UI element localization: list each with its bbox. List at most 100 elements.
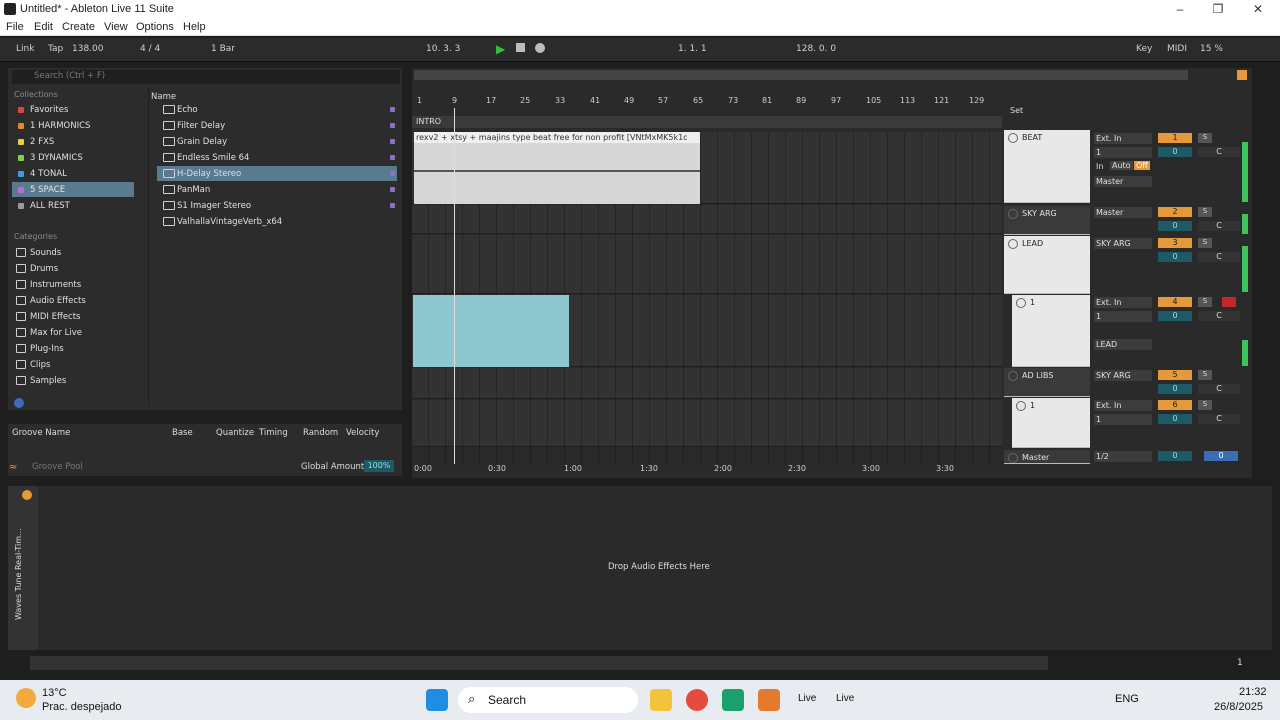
track-activator[interactable]: 2 (1158, 207, 1192, 217)
output-select[interactable]: Master (1094, 207, 1152, 218)
output-select[interactable]: LEAD (1094, 339, 1152, 350)
output-select[interactable]: Master (1094, 176, 1152, 187)
language-indicator[interactable]: ENG (1115, 693, 1139, 705)
pan-field[interactable]: 0 (1204, 451, 1238, 461)
volume-field[interactable]: 0 (1158, 252, 1192, 262)
output-select[interactable]: SKY ARG (1094, 238, 1152, 249)
pan-field[interactable]: C (1198, 414, 1240, 424)
menu-file[interactable]: File (6, 21, 24, 33)
weather-icon[interactable] (16, 688, 36, 708)
volume-field[interactable]: 0 (1158, 384, 1192, 394)
plugin-device[interactable]: Waves Tune Real-Tim... (8, 486, 38, 650)
power-icon[interactable] (22, 490, 32, 500)
input-channel-select[interactable]: 1 (1094, 147, 1152, 158)
loop-start[interactable]: 1. 1. 1 (678, 44, 707, 54)
track-activator[interactable]: 1 (1158, 133, 1192, 143)
menu-edit[interactable]: Edit (34, 21, 53, 33)
track-header-ad-libs[interactable]: AD LIBS (1004, 368, 1090, 397)
search-input[interactable]: Search (Ctrl + F) (12, 70, 400, 84)
fl-studio-icon[interactable] (758, 689, 780, 711)
position-display[interactable]: 10. 3. 3 (426, 44, 460, 54)
input-type-select[interactable]: Ext. In (1094, 133, 1152, 144)
volume-field[interactable]: 0 (1158, 221, 1192, 231)
global-amount-field[interactable]: 100% (364, 460, 394, 472)
record-arm-icon[interactable] (1222, 297, 1236, 307)
category-midi-effects[interactable]: MIDI Effects (12, 309, 134, 324)
solo-button[interactable]: S (1198, 370, 1212, 380)
track-header-master[interactable]: Master (1004, 450, 1090, 464)
menu-options[interactable]: Options (136, 21, 174, 33)
set-button[interactable]: Set (1010, 106, 1023, 115)
track-activator[interactable]: 6 (1158, 400, 1192, 410)
collection-item[interactable]: 5 SPACE (12, 182, 134, 197)
fold-icon[interactable] (1008, 371, 1018, 381)
windows-start-icon[interactable] (426, 689, 448, 711)
help-icon[interactable] (14, 398, 24, 408)
input-channel-select[interactable]: 1 (1094, 311, 1152, 322)
track-header-lead[interactable]: LEAD (1004, 236, 1090, 294)
time-signature[interactable]: 4 / 4 (140, 44, 160, 54)
track-header-beat[interactable]: BEAT (1004, 130, 1090, 203)
link-button[interactable]: Link (16, 44, 34, 54)
monitor-auto[interactable]: Auto (1110, 161, 1133, 170)
solo-button[interactable]: S (1198, 238, 1212, 248)
overview-bar[interactable] (414, 70, 1188, 80)
collection-item[interactable]: Favorites (12, 102, 134, 117)
output-select[interactable]: 1/2 (1094, 451, 1152, 462)
volume-field[interactable]: 0 (1158, 147, 1192, 157)
close-icon[interactable]: ✕ (1250, 2, 1266, 16)
collection-item[interactable]: 2 FXS (12, 134, 134, 149)
volume-field[interactable]: 0 (1158, 451, 1192, 461)
drop-zone-text[interactable]: Drop Audio Effects Here (608, 562, 710, 572)
fold-icon[interactable] (1008, 209, 1018, 219)
file-explorer-icon[interactable] (650, 689, 672, 711)
name-column-header[interactable]: Name (151, 92, 176, 102)
category-sounds[interactable]: Sounds (12, 245, 134, 260)
fold-icon[interactable] (1008, 453, 1018, 463)
solo-button[interactable]: S (1198, 207, 1212, 217)
collection-item[interactable]: 1 HARMONICS (12, 118, 134, 133)
category-plug-ins[interactable]: Plug-Ins (12, 341, 134, 356)
collection-item[interactable]: 4 TONAL (12, 166, 134, 181)
track-header-ad-libs-1[interactable]: 1 (1012, 398, 1090, 448)
category-instruments[interactable]: Instruments (12, 277, 134, 292)
chrome-icon[interactable] (686, 689, 708, 711)
ableton-live-icon[interactable]: Live (836, 693, 854, 704)
ableton-live-icon[interactable]: Live (798, 693, 816, 704)
pan-field[interactable]: C (1198, 311, 1240, 321)
collection-item[interactable]: 3 DYNAMICS (12, 150, 134, 165)
file-item[interactable]: ValhallaVintageVerb_x64 (157, 214, 397, 229)
track-activator[interactable]: 4 (1158, 297, 1192, 307)
menu-icon[interactable] (1237, 70, 1247, 80)
app-icon[interactable] (722, 689, 744, 711)
tempo-field[interactable]: 138.00 (72, 44, 104, 54)
pan-field[interactable]: C (1198, 252, 1240, 262)
record-icon[interactable] (535, 43, 545, 53)
category-drums[interactable]: Drums (12, 261, 134, 276)
solo-button[interactable]: S (1198, 297, 1212, 307)
midi-clip[interactable] (413, 295, 569, 367)
track-activator[interactable]: 3 (1158, 238, 1192, 248)
fold-icon[interactable] (1016, 298, 1026, 308)
input-type-select[interactable]: Ext. In (1094, 400, 1152, 411)
category-audio-effects[interactable]: Audio Effects (12, 293, 134, 308)
file-item[interactable]: Filter Delay (157, 118, 397, 133)
collection-item[interactable]: ALL REST (12, 198, 134, 213)
input-channel-select[interactable]: 1 (1094, 414, 1152, 425)
menu-view[interactable]: View (104, 21, 128, 33)
volume-field[interactable]: 0 (1158, 414, 1192, 424)
minimize-icon[interactable]: – (1172, 2, 1188, 16)
quantize-menu[interactable]: 1 Bar (211, 44, 235, 54)
category-clips[interactable]: Clips (12, 357, 134, 372)
file-item[interactable]: H-Delay Stereo (157, 166, 397, 181)
track-header-sky-arg[interactable]: SKY ARG (1004, 206, 1090, 235)
menu-create[interactable]: Create (62, 21, 95, 33)
fold-icon[interactable] (1016, 401, 1026, 411)
output-select[interactable]: SKY ARG (1094, 370, 1152, 381)
clock-time[interactable]: 21:32 (1239, 686, 1267, 698)
category-max-for-live[interactable]: Max for Live (12, 325, 134, 340)
clock-date[interactable]: 26/8/2025 (1214, 701, 1263, 713)
loop-length[interactable]: 128. 0. 0 (796, 44, 836, 54)
category-samples[interactable]: Samples (12, 373, 134, 388)
audio-clip[interactable]: rexv2 + xtsy + maajins type beat free fo… (414, 132, 700, 204)
